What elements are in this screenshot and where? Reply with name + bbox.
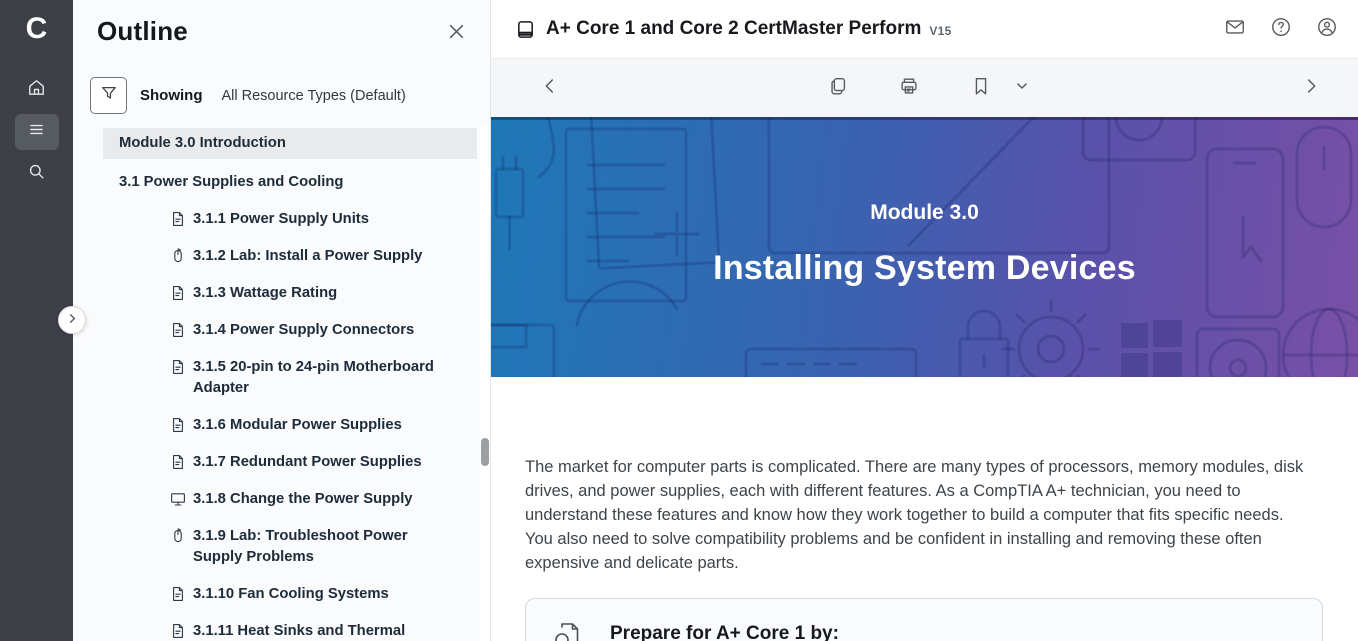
bookmark-menu-button[interactable] <box>1007 73 1037 103</box>
outline-item-label: 3.1.2 Lab: Install a Power Supply <box>193 246 422 267</box>
chevron-left-icon <box>539 75 561 102</box>
document-icon <box>170 322 186 338</box>
outline-item[interactable]: 3.1.10 Fan Cooling Systems <box>73 584 490 605</box>
outline-item[interactable]: 3.1.5 20-pin to 24-pin Motherboard Adapt… <box>73 357 490 399</box>
outline-item-label: 3.1.9 Lab: Troubleshoot Power Supply Pro… <box>193 526 454 568</box>
outline-item-label: 3.1 Power Supplies and Cooling <box>119 174 343 190</box>
account-button[interactable] <box>1314 16 1340 42</box>
outline-scrollbar-track[interactable] <box>480 125 490 641</box>
outline-item-label: 3.1.8 Change the Power Supply <box>193 489 413 510</box>
help-button[interactable] <box>1268 16 1294 42</box>
document-inspect-icon <box>553 620 583 641</box>
outline-item-label: 3.1.4 Power Supply Connectors <box>193 320 414 341</box>
document-icon <box>170 211 186 227</box>
document-icon <box>170 285 186 301</box>
outline-panel-title: Outline <box>97 16 466 47</box>
document-icon <box>170 454 186 470</box>
user-icon <box>1316 16 1338 43</box>
panel-expand-button[interactable] <box>58 306 86 334</box>
header-actions <box>1222 16 1340 42</box>
chevron-right-icon <box>1300 75 1322 102</box>
course-header: A+ Core 1 and Core 2 CertMaster Perform … <box>491 0 1358 58</box>
chevron-right-icon <box>67 311 78 329</box>
outline-item[interactable]: 3.1.3 Wattage Rating <box>73 283 490 304</box>
outline-item-label: 3.1.3 Wattage Rating <box>193 283 337 304</box>
outline-item-label: 3.1.6 Modular Power Supplies <box>193 415 402 436</box>
outline-scrollbar-thumb[interactable] <box>481 438 489 466</box>
document-icon <box>170 359 186 375</box>
print-icon <box>898 75 920 102</box>
bookmark-button[interactable] <box>966 73 996 103</box>
filter-showing-label: Showing <box>140 87 203 104</box>
book-icon <box>515 19 536 40</box>
rail-home-button[interactable] <box>15 72 59 108</box>
filter-button[interactable] <box>90 77 127 114</box>
outline-item-label: Module 3.0 Introduction <box>119 135 286 151</box>
rail-nav <box>0 72 73 192</box>
outline-item[interactable]: 3.1.11 Heat Sinks and Thermal <box>73 621 490 641</box>
course-version-badge: V15 <box>929 24 951 38</box>
bookmark-icon <box>970 75 992 102</box>
module-hero-banner: Module 3.0 Installing System Devices <box>491 117 1358 377</box>
outline-item-label: 3.1.1 Power Supply Units <box>193 209 369 230</box>
comptia-logo[interactable]: C <box>0 0 73 58</box>
lab-icon <box>170 248 186 264</box>
prepare-heading: Prepare for A+ Core 1 by: <box>610 623 839 641</box>
intro-paragraph: The market for computer parts is complic… <box>525 455 1315 575</box>
next-page-button[interactable] <box>1296 73 1326 103</box>
copy-icon <box>827 75 849 102</box>
banner-module-label: Module 3.0 <box>870 201 979 225</box>
outline-close-button[interactable] <box>444 22 468 46</box>
outline-item[interactable]: 3.1.7 Redundant Power Supplies <box>73 452 490 473</box>
close-icon <box>448 23 465 45</box>
outline-item-label: 3.1.5 20-pin to 24-pin Motherboard Adapt… <box>193 357 454 399</box>
outline-item[interactable]: 3.1.2 Lab: Install a Power Supply <box>73 246 490 267</box>
outline-item[interactable]: 3.1.4 Power Supply Connectors <box>73 320 490 341</box>
outline-panel: Outline Showing All Resource Types (Defa… <box>73 0 491 641</box>
outline-item[interactable]: 3.1 Power Supplies and Cooling <box>73 172 490 193</box>
previous-page-button[interactable] <box>535 73 565 103</box>
rail-outline-button[interactable] <box>15 114 59 150</box>
outline-item[interactable]: 3.1.9 Lab: Troubleshoot Power Supply Pro… <box>73 526 490 568</box>
print-button[interactable] <box>894 73 924 103</box>
monitor-icon <box>170 491 186 507</box>
outline-item[interactable]: Module 3.0 Introduction <box>103 128 477 159</box>
lesson-content: The market for computer parts is complic… <box>491 377 1358 641</box>
document-icon <box>170 623 186 639</box>
filter-funnel-icon <box>100 84 118 107</box>
messages-button[interactable] <box>1222 16 1248 42</box>
help-icon <box>1270 16 1292 43</box>
banner-title: Installing System Devices <box>713 249 1136 288</box>
outline-item-label: 3.1.10 Fan Cooling Systems <box>193 584 389 605</box>
copy-button[interactable] <box>823 73 853 103</box>
search-icon <box>27 162 46 186</box>
outline-list: Module 3.0 Introduction 3.1 Power Supplie… <box>73 128 490 641</box>
resource-filter-row: Showing All Resource Types (Default) <box>90 77 466 114</box>
outline-item[interactable]: 3.1.6 Modular Power Supplies <box>73 415 490 436</box>
outline-item[interactable]: 3.1.1 Power Supply Units <box>73 209 490 230</box>
home-icon <box>27 78 46 102</box>
prepare-callout-box: Prepare for A+ Core 1 by: <box>525 598 1323 641</box>
reader-toolbar <box>491 58 1358 117</box>
lab-icon <box>170 528 186 544</box>
chevron-down-icon <box>1015 79 1029 98</box>
rail-search-button[interactable] <box>15 156 59 192</box>
mail-icon <box>1224 16 1246 43</box>
outline-item-label: 3.1.7 Redundant Power Supplies <box>193 452 422 473</box>
menu-icon <box>27 120 46 144</box>
main-content-area: A+ Core 1 and Core 2 CertMaster Perform … <box>491 0 1358 641</box>
course-title: A+ Core 1 and Core 2 CertMaster Perform <box>546 18 921 40</box>
document-icon <box>170 417 186 433</box>
outline-item[interactable]: 3.1.8 Change the Power Supply <box>73 489 490 510</box>
outline-item-label: 3.1.11 Heat Sinks and Thermal <box>193 621 405 641</box>
document-icon <box>170 586 186 602</box>
filter-selected-value[interactable]: All Resource Types (Default) <box>222 88 406 104</box>
